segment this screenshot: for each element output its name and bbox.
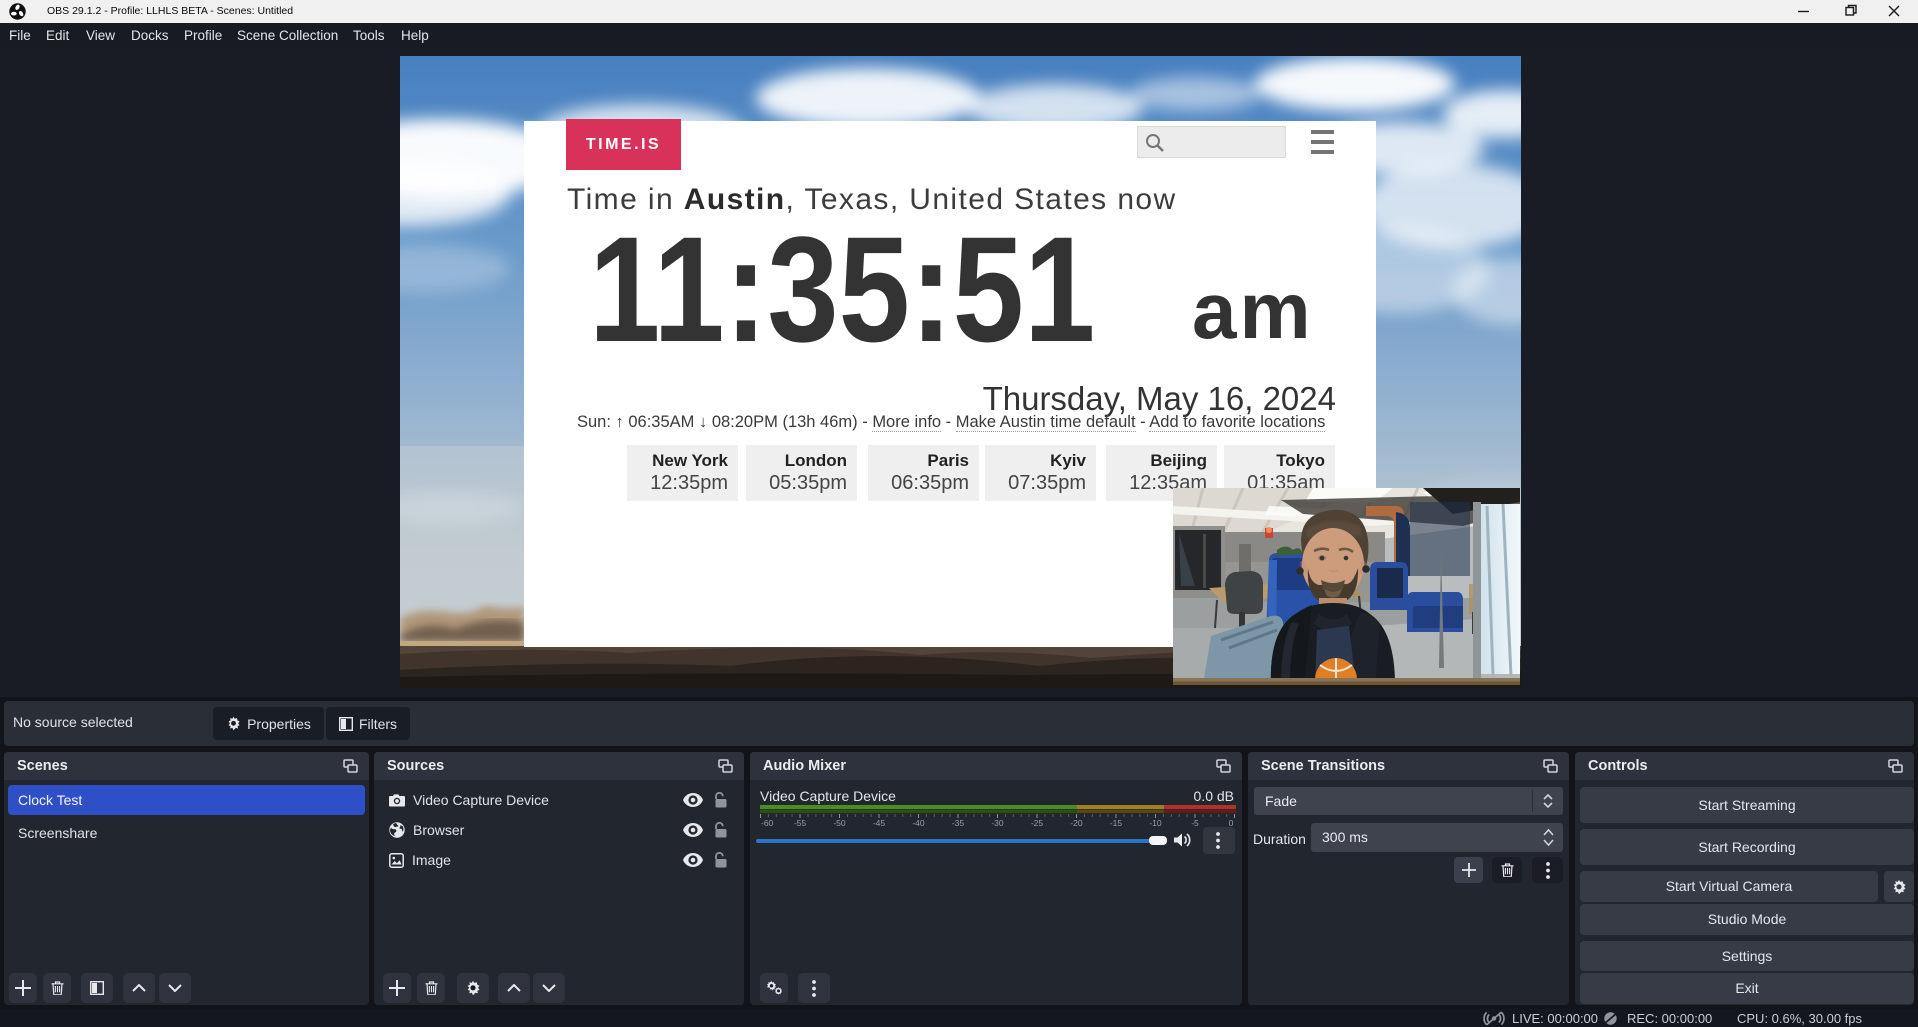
svg-text:-25: -25 — [1031, 818, 1044, 828]
svg-text:-30: -30 — [991, 818, 1004, 828]
svg-text:-40: -40 — [912, 818, 925, 828]
svg-text:-55: -55 — [794, 818, 807, 828]
svg-text:-50: -50 — [833, 818, 846, 828]
svg-text:-10: -10 — [1149, 818, 1162, 828]
svg-text:-20: -20 — [1070, 818, 1083, 828]
svg-text:-15: -15 — [1110, 818, 1123, 828]
svg-text:-35: -35 — [952, 818, 965, 828]
svg-text:-5: -5 — [1191, 818, 1199, 828]
svg-text:-60: -60 — [761, 818, 774, 828]
svg-text:-45: -45 — [873, 818, 886, 828]
